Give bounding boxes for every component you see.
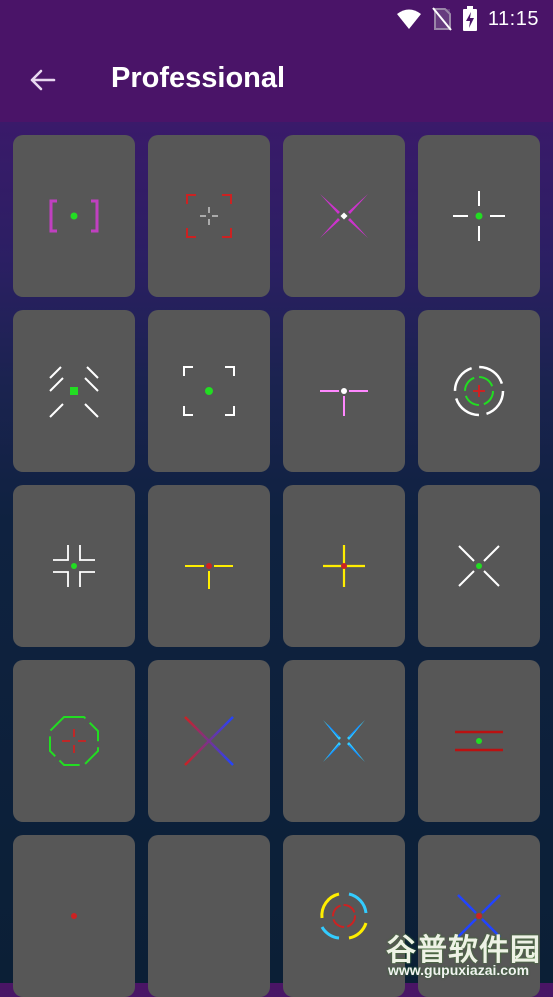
crosshair-red-lines-icon [455,730,503,752]
crosshair-tile[interactable] [283,310,405,472]
crosshair-red-blue-x-icon [184,716,234,766]
crosshair-red-corners-icon [186,194,232,238]
no-sim-icon [432,7,452,31]
crosshair-tile[interactable] [13,135,135,297]
crosshair-white-corners-icon [183,366,235,416]
crosshair-blue-x-icon [457,894,501,938]
crosshair-tile[interactable] [418,485,540,647]
crosshair-white-diagonal-icon [49,366,99,418]
status-icons: 11:15 [396,6,539,32]
crosshair-tile[interactable] [13,310,135,472]
crosshair-tile[interactable] [148,835,270,997]
crosshair-tile[interactable] [283,485,405,647]
arrow-left-icon [30,69,56,91]
crosshair-tile[interactable] [283,660,405,822]
crosshair-white-circle-icon [453,365,505,417]
crosshair-tile[interactable] [418,310,540,472]
crosshair-tile[interactable] [13,485,135,647]
back-button[interactable] [20,58,64,102]
crosshair-yellow-t-icon [185,563,233,589]
crosshair-tile[interactable] [13,660,135,822]
crosshair-white-plus-icon [453,191,505,241]
battery-charging-icon [462,6,477,31]
crosshair-yellow-plus-icon [323,545,365,587]
crosshair-cyan-x-icon [323,720,365,762]
crosshair-tile[interactable] [418,660,540,822]
crosshair-rainbow-circle-icon [320,892,368,940]
crosshair-tile[interactable] [418,135,540,297]
status-time: 11:15 [487,7,539,30]
crosshair-cyan-plus-icon [184,891,234,941]
crosshair-magenta-spikes-icon [320,194,368,238]
crosshair-bracket-dot-icon [49,199,99,233]
crosshair-tile[interactable] [148,485,270,647]
crosshair-tile[interactable] [418,835,540,997]
crosshair-tile[interactable] [148,660,270,822]
crosshair-white-brackets-icon [53,545,95,587]
crosshair-pink-t-icon [320,388,368,416]
status-bar: 11:15 [0,0,553,38]
crosshair-white-x-icon [458,545,500,587]
crosshair-blue-bars-icon [62,892,86,940]
crosshair-tile[interactable] [283,135,405,297]
crosshair-grid [0,122,553,997]
page-title: Professional [111,62,286,94]
crosshair-tile[interactable] [148,135,270,297]
crosshair-tile[interactable] [13,835,135,997]
crosshair-green-octagon-icon [49,716,99,766]
wifi-icon [396,9,421,29]
app-bar: Professional [0,38,553,122]
crosshair-tile[interactable] [148,310,270,472]
crosshair-tile[interactable] [283,835,405,997]
